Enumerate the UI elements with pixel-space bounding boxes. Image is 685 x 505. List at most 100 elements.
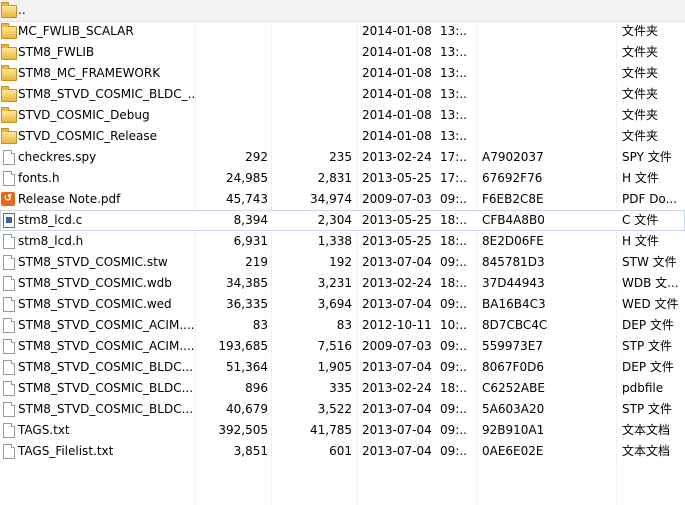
modified-date: 2009-07-03 — [362, 192, 432, 206]
file-icon — [1, 402, 15, 417]
crc-value: 8067F0D6 — [482, 360, 544, 374]
crc-value: BA16B4C3 — [482, 297, 546, 311]
file-type: DEP 文件 — [622, 360, 674, 374]
modified-date: 2013-05-25 — [362, 213, 432, 227]
modified-date: 2013-02-24 — [362, 381, 432, 395]
file-name: STM8_STVD_COSMIC_ACIM.... — [18, 339, 194, 353]
modified-time: 09:... — [440, 423, 468, 437]
modified-date: 2014-01-08 — [362, 66, 432, 80]
file-type: STW 文件 — [622, 255, 677, 269]
file-name: STM8_MC_FRAMEWORK — [18, 66, 161, 80]
file-icon — [1, 255, 15, 270]
parent-folder-row[interactable]: .. — [0, 0, 685, 22]
file-size: 3,851 — [233, 444, 268, 458]
c-file-icon — [1, 213, 15, 228]
modified-date: 2014-01-08 — [362, 87, 432, 101]
crc-value: 37D44943 — [482, 276, 545, 290]
file-row[interactable]: STVD_COSMIC_Debug 2014-01-08 13:... 文件夹 — [0, 105, 685, 126]
file-type — [622, 0, 682, 21]
file-size — [196, 105, 268, 126]
file-row[interactable]: MC_FWLIB_SCALAR 2014-01-08 13:... 文件夹 — [0, 21, 685, 42]
file-row[interactable]: STM8_STVD_COSMIC_ACIM.... 83 83 2012-10-11 1… — [0, 315, 685, 336]
file-type: 文件夹 — [622, 24, 659, 38]
file-icon — [1, 339, 15, 354]
file-icon — [1, 234, 15, 249]
modified-time: 13:... — [440, 87, 468, 101]
file-type: 文件夹 — [622, 66, 659, 80]
file-name: STM8_STVD_COSMIC_BLDC.... — [18, 402, 194, 416]
crc-value: 8D7CBC4C — [482, 318, 548, 332]
file-row[interactable]: STM8_FWLIB 2014-01-08 13:... 文件夹 — [0, 42, 685, 63]
file-name: STM8_STVD_COSMIC_BLDC_... — [18, 87, 194, 101]
file-row[interactable]: STM8_MC_FRAMEWORK 2014-01-08 13:... 文件夹 — [0, 63, 685, 84]
modified-time: 09:... — [440, 444, 468, 458]
file-type: STP 文件 — [622, 339, 672, 353]
file-row[interactable]: STM8_STVD_COSMIC_ACIM.... 193,685 7,516 200… — [0, 336, 685, 357]
packed-size: 1,905 — [317, 360, 352, 374]
crc-value — [482, 42, 562, 63]
modified-time: 09:... — [440, 360, 468, 374]
packed-size: 3,231 — [317, 276, 352, 290]
packed-size — [272, 0, 352, 21]
file-icon — [1, 423, 15, 438]
file-row[interactable]: checkres.spy 292 235 2013-02-24 17:... A79020… — [0, 147, 685, 168]
modified-time: 13:... — [440, 108, 468, 122]
file-size: 34,385 — [226, 276, 268, 290]
file-icon — [1, 297, 15, 312]
file-type: H 文件 — [622, 234, 659, 248]
file-size: 392,505 — [218, 423, 268, 437]
file-size: 896 — [245, 381, 268, 395]
folder-icon — [1, 2, 17, 18]
packed-size: 192 — [329, 255, 352, 269]
file-row[interactable]: TAGS.txt 392,505 41,785 2013-07-04 09:... 92B… — [0, 420, 685, 441]
file-row[interactable]: STM8_STVD_COSMIC_BLDC.... 896 335 2013-02-2… — [0, 378, 685, 399]
modified-date: 2014-01-08 — [362, 24, 432, 38]
crc-value: C6252ABE — [482, 381, 545, 395]
crc-value: 559973E7 — [482, 339, 544, 353]
file-size: 83 — [252, 318, 268, 332]
file-type: 文本文档 — [622, 444, 671, 458]
file-row[interactable]: TAGS_Filelist.txt 3,851 601 2013-07-04 09:..… — [0, 441, 685, 462]
file-size: 292 — [245, 150, 268, 164]
file-row[interactable]: STM8_STVD_COSMIC_BLDC.... 51,364 1,905 2013… — [0, 357, 685, 378]
file-name: TAGS.txt — [18, 423, 70, 437]
modified-time — [440, 0, 468, 21]
packed-size — [272, 84, 352, 105]
folder-icon — [1, 128, 17, 144]
file-name: STVD_COSMIC_Release — [18, 129, 157, 143]
file-name: TAGS_Filelist.txt — [18, 444, 114, 458]
modified-date: 2013-02-24 — [362, 150, 432, 164]
file-size: 36,335 — [226, 297, 268, 311]
folder-icon — [1, 65, 17, 81]
crc-value — [482, 0, 562, 21]
file-row[interactable]: STM8_STVD_COSMIC.stw 219 192 2013-07-04 09:.… — [0, 252, 685, 273]
modified-time: 13:... — [440, 45, 468, 59]
crc-value: 67692F76 — [482, 171, 543, 185]
packed-size: 3,522 — [317, 402, 352, 416]
folder-icon — [1, 23, 17, 39]
modified-time: 09:... — [440, 402, 468, 416]
file-name: STM8_STVD_COSMIC.wdb — [18, 276, 172, 290]
crc-value — [482, 21, 562, 42]
packed-size: 41,785 — [310, 423, 352, 437]
file-name: STM8_STVD_COSMIC.stw — [18, 255, 168, 269]
file-row[interactable]: stm8_lcd.h 6,931 1,338 2013-05-25 18:... 8E2D… — [0, 231, 685, 252]
file-type: pdbfile — [622, 381, 664, 395]
file-row[interactable]: fonts.h 24,985 2,831 2013-05-25 17:... 67692F… — [0, 168, 685, 189]
file-row[interactable]: stm8_lcd.c 8,394 2,304 2013-05-25 18:... CFB4… — [0, 210, 685, 231]
file-row[interactable]: STVD_COSMIC_Release 2014-01-08 13:... 文件夹 — [0, 126, 685, 147]
file-name: stm8_lcd.c — [18, 213, 83, 227]
packed-size: 2,304 — [317, 213, 352, 227]
packed-size — [272, 105, 352, 126]
modified-date: 2013-07-04 — [362, 255, 432, 269]
file-row[interactable]: STM8_STVD_COSMIC.wed 36,335 3,694 2013-07-0… — [0, 294, 685, 315]
file-row[interactable]: ↺ Release Note.pdf 45,743 34,974 2009-07-03 0… — [0, 189, 685, 210]
file-row[interactable]: STM8_STVD_COSMIC_BLDC_... 2014-01-08 13:..… — [0, 84, 685, 105]
modified-date: 2013-07-04 — [362, 402, 432, 416]
file-size — [196, 42, 268, 63]
crc-value — [482, 84, 562, 105]
modified-date: 2013-07-04 — [362, 360, 432, 374]
crc-value: CFB4A8B0 — [482, 213, 545, 227]
file-row[interactable]: STM8_STVD_COSMIC_BLDC.... 40,679 3,522 2013… — [0, 399, 685, 420]
file-row[interactable]: STM8_STVD_COSMIC.wdb 34,385 3,231 2013-02-2… — [0, 273, 685, 294]
